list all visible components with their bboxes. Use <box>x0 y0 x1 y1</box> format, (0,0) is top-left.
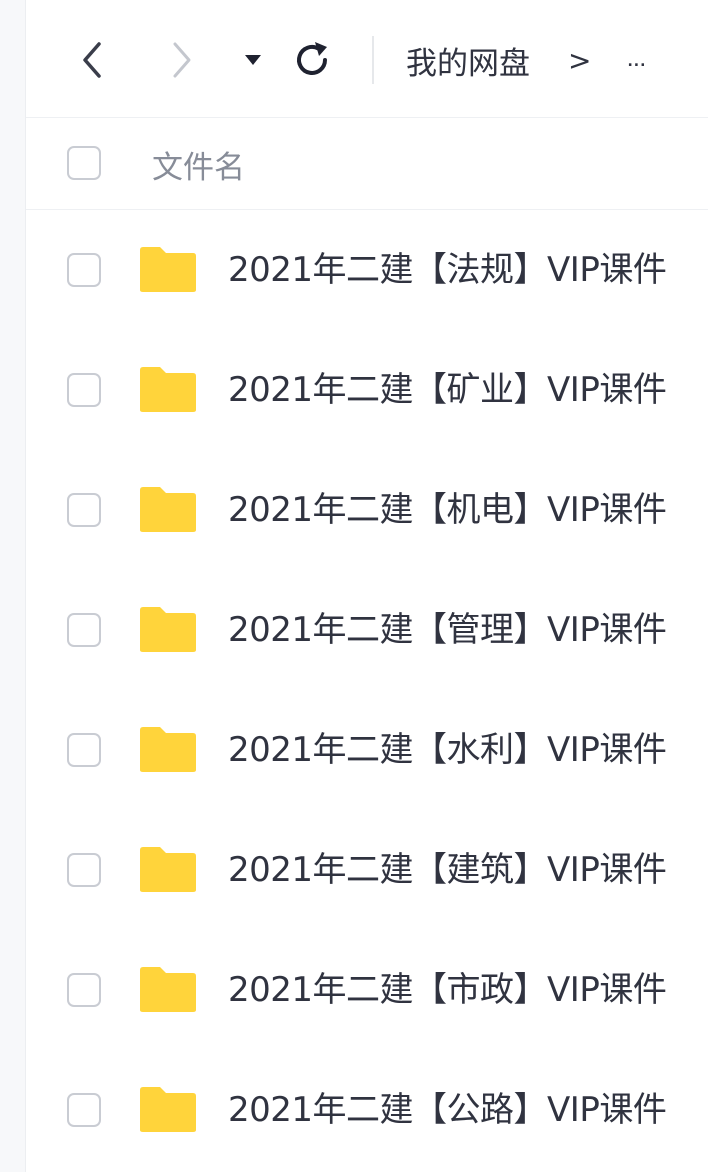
caret-down-icon <box>245 55 261 65</box>
chevron-right-icon <box>173 42 191 78</box>
name-column-header[interactable]: 文件名 <box>152 142 245 187</box>
row-checkbox[interactable] <box>67 253 101 287</box>
folder-icon <box>140 247 196 292</box>
folder-icon <box>140 1087 196 1132</box>
folder-icon <box>140 607 196 652</box>
navigation-toolbar: 我的网盘 > ... <box>26 0 708 118</box>
file-name: 2021年二建【公路】VIP课件 <box>228 1090 667 1130</box>
table-row[interactable]: 2021年二建【公路】VIP课件 <box>26 1050 708 1170</box>
table-row[interactable]: 2021年二建【水利】VIP课件 <box>26 690 708 810</box>
sidebar-edge <box>0 0 26 1172</box>
file-name: 2021年二建【水利】VIP课件 <box>228 730 667 770</box>
main-content: 我的网盘 > ... 文件名 2021年二建【法规】VIP课件 2021年二建【… <box>26 0 708 1172</box>
file-name: 2021年二建【矿业】VIP课件 <box>228 370 667 410</box>
table-row[interactable]: 2021年二建【市政】VIP课件 <box>26 930 708 1050</box>
row-checkbox[interactable] <box>67 973 101 1007</box>
table-row[interactable]: 2021年二建【矿业】VIP课件 <box>26 330 708 450</box>
row-checkbox[interactable] <box>67 733 101 767</box>
chevron-left-icon <box>83 42 101 78</box>
file-name: 2021年二建【法规】VIP课件 <box>228 250 667 290</box>
row-checkbox[interactable] <box>67 1093 101 1127</box>
folder-icon <box>140 367 196 412</box>
table-row[interactable]: 2021年二建【法规】VIP课件 <box>26 210 708 330</box>
select-all-checkbox[interactable] <box>67 146 101 180</box>
table-row[interactable]: 2021年二建【管理】VIP课件 <box>26 570 708 690</box>
breadcrumb-root[interactable]: 我的网盘 <box>406 38 530 83</box>
breadcrumb-separator: > <box>568 43 592 77</box>
table-row[interactable]: 2021年二建【机电】VIP课件 <box>26 450 708 570</box>
file-list: 2021年二建【法规】VIP课件 2021年二建【矿业】VIP课件 2021年二… <box>26 210 708 1170</box>
list-header: 文件名 <box>26 118 708 210</box>
file-name: 2021年二建【市政】VIP课件 <box>228 970 667 1010</box>
folder-icon <box>140 967 196 1012</box>
row-checkbox[interactable] <box>67 613 101 647</box>
refresh-button[interactable] <box>290 38 334 82</box>
file-name: 2021年二建【机电】VIP课件 <box>228 490 667 530</box>
back-button[interactable] <box>70 38 114 82</box>
row-checkbox[interactable] <box>67 373 101 407</box>
history-dropdown-button[interactable] <box>231 38 275 82</box>
folder-icon <box>140 847 196 892</box>
forward-button[interactable] <box>160 38 204 82</box>
file-name: 2021年二建【建筑】VIP课件 <box>228 850 667 890</box>
toolbar-divider <box>372 36 374 84</box>
folder-icon <box>140 487 196 532</box>
breadcrumb: 我的网盘 > ... <box>406 36 646 84</box>
refresh-icon <box>297 42 327 75</box>
file-name: 2021年二建【管理】VIP课件 <box>228 610 667 650</box>
file-manager-window: 我的网盘 > ... 文件名 2021年二建【法规】VIP课件 2021年二建【… <box>0 0 708 1172</box>
row-checkbox[interactable] <box>67 853 101 887</box>
table-row[interactable]: 2021年二建【建筑】VIP课件 <box>26 810 708 930</box>
row-checkbox[interactable] <box>67 493 101 527</box>
folder-icon <box>140 727 196 772</box>
breadcrumb-more[interactable]: ... <box>627 54 646 70</box>
